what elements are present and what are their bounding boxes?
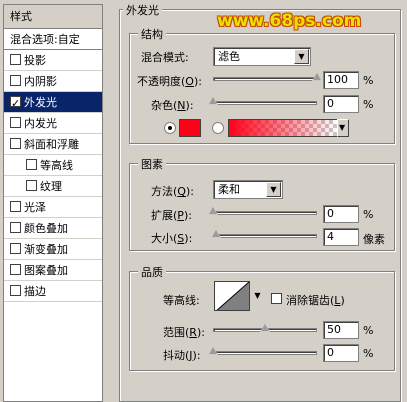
spread-label: 扩展(P):	[151, 209, 192, 222]
styles-list: 样式 混合选项:自定 投影内阴影外发光内发光斜面和浮雕等高线纹理光泽颜色叠加渐变…	[3, 4, 103, 402]
style-item-checkbox[interactable]	[10, 75, 21, 86]
noise-unit: %	[363, 98, 374, 111]
blend-mode-value: 滤色	[218, 50, 240, 63]
style-item-label: 等高线	[40, 159, 73, 172]
style-item-label: 图案叠加	[24, 264, 68, 277]
blending-options-item[interactable]: 混合选项:自定	[4, 29, 102, 50]
jitter-label: 抖动(J):	[163, 349, 201, 362]
spread-slider-track[interactable]	[213, 211, 317, 215]
style-item-label: 外发光	[24, 96, 57, 109]
style-item-8[interactable]: 颜色叠加	[4, 218, 102, 239]
size-label: 大小(S):	[151, 232, 193, 245]
style-item-3[interactable]: 内发光	[4, 113, 102, 134]
anti-alias-label: 消除锯齿(L)	[286, 294, 345, 307]
range-input[interactable]: 50	[323, 321, 359, 339]
contour-curve-icon	[216, 282, 249, 310]
size-unit: 像素	[363, 233, 385, 246]
technique-label: 方法(Q):	[151, 185, 194, 198]
spread-slider-thumb[interactable]	[208, 206, 218, 215]
style-item-4[interactable]: 斜面和浮雕	[4, 134, 102, 155]
jitter-slider-track[interactable]	[213, 351, 317, 355]
glow-color-swatch[interactable]	[179, 119, 201, 137]
range-label: 范围(R):	[163, 326, 205, 339]
technique-value: 柔和	[218, 183, 240, 196]
style-item-label: 渐变叠加	[24, 243, 68, 256]
size-slider-thumb[interactable]	[211, 229, 222, 238]
jitter-slider-thumb[interactable]	[208, 346, 218, 355]
style-item-11[interactable]: 描边	[4, 281, 102, 302]
style-item-checkbox[interactable]	[10, 243, 21, 254]
jitter-input[interactable]: 0	[323, 344, 359, 362]
gradient-dropdown-button[interactable]: ▼	[337, 119, 349, 137]
contour-dropdown-arrow-icon[interactable]: ▼	[252, 289, 263, 303]
style-item-2[interactable]: 外发光	[4, 92, 102, 114]
size-input[interactable]: 4	[323, 228, 359, 246]
style-item-checkbox[interactable]	[26, 159, 37, 170]
size-slider-track[interactable]	[213, 234, 317, 238]
noise-slider-thumb[interactable]	[208, 96, 218, 105]
spread-unit: %	[363, 208, 374, 221]
style-item-label: 内阴影	[24, 75, 57, 88]
range-slider-thumb[interactable]	[260, 323, 270, 332]
style-item-5[interactable]: 等高线	[4, 155, 102, 176]
opacity-unit: %	[363, 74, 374, 87]
style-item-label: 纹理	[40, 180, 62, 193]
style-item-checkbox[interactable]	[10, 93, 21, 114]
quality-title: 品质	[138, 264, 166, 280]
chevron-down-icon: ▼	[339, 123, 346, 132]
contour-label: 等高线:	[163, 294, 200, 307]
opacity-slider-thumb[interactable]	[312, 72, 322, 81]
outer-glow-title: 外发光	[123, 2, 162, 18]
technique-select[interactable]: 柔和 ▼	[213, 180, 283, 199]
contour-preview[interactable]	[214, 281, 250, 311]
anti-alias-checkbox[interactable]	[271, 293, 282, 304]
blend-mode-label: 混合模式:	[141, 51, 189, 64]
style-item-6[interactable]: 纹理	[4, 176, 102, 197]
style-item-7[interactable]: 光泽	[4, 197, 102, 218]
style-item-label: 内发光	[24, 117, 57, 130]
chevron-down-icon[interactable]: ▼	[266, 182, 281, 197]
style-item-1[interactable]: 内阴影	[4, 71, 102, 92]
style-item-0[interactable]: 投影	[4, 50, 102, 71]
style-item-label: 光泽	[24, 201, 46, 214]
opacity-label: 不透明度(O):	[137, 75, 202, 88]
range-unit: %	[363, 324, 374, 337]
gradient-radio[interactable]	[212, 122, 224, 134]
noise-slider-track[interactable]	[213, 101, 317, 105]
style-item-label: 投影	[24, 54, 46, 67]
jitter-unit: %	[363, 347, 374, 360]
style-item-checkbox[interactable]	[10, 201, 21, 212]
solid-color-radio[interactable]	[164, 122, 176, 134]
chevron-down-icon[interactable]: ▼	[294, 49, 309, 64]
style-item-label: 描边	[24, 285, 46, 298]
style-item-checkbox[interactable]	[10, 138, 21, 149]
glow-gradient-swatch[interactable]	[228, 119, 338, 137]
noise-label: 杂色(N):	[151, 99, 194, 112]
opacity-input[interactable]: 100	[323, 71, 359, 89]
style-item-checkbox[interactable]	[10, 222, 21, 233]
style-item-checkbox[interactable]	[10, 285, 21, 296]
style-item-9[interactable]: 渐变叠加	[4, 239, 102, 260]
spread-input[interactable]: 0	[323, 205, 359, 223]
elements-title: 图素	[138, 156, 166, 172]
style-item-label: 颜色叠加	[24, 222, 68, 235]
style-item-checkbox[interactable]	[26, 180, 37, 191]
style-item-checkbox[interactable]	[10, 117, 21, 128]
style-item-checkbox[interactable]	[10, 264, 21, 275]
style-item-checkbox[interactable]	[10, 54, 21, 65]
styles-header[interactable]: 样式	[4, 5, 102, 29]
style-item-10[interactable]: 图案叠加	[4, 260, 102, 281]
noise-input[interactable]: 0	[323, 95, 359, 113]
opacity-slider-track[interactable]	[213, 77, 317, 81]
blend-mode-select[interactable]: 滤色 ▼	[213, 47, 311, 66]
style-item-label: 斜面和浮雕	[24, 138, 79, 151]
structure-title: 结构	[138, 26, 166, 42]
